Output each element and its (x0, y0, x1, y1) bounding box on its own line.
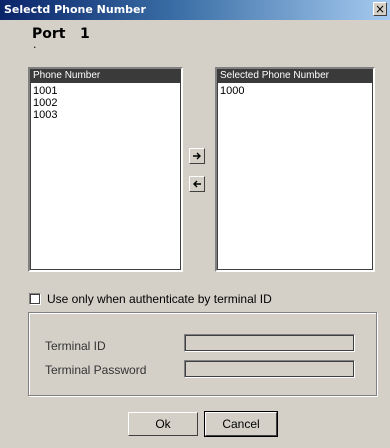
authenticate-checkbox[interactable] (29, 293, 41, 305)
port-value: 1 (80, 26, 90, 42)
port-dot: . (33, 38, 37, 51)
list-item[interactable]: 1001 (33, 85, 178, 97)
list-item[interactable]: 1003 (33, 109, 178, 121)
window-title: Selectd Phone Number (4, 3, 146, 16)
terminal-id-field[interactable] (184, 334, 355, 352)
selected-phone-number-list-header: Selected Phone Number (217, 69, 373, 83)
add-number-button[interactable] (189, 148, 205, 164)
list-item[interactable]: 1000 (220, 85, 370, 97)
selected-phone-number-list[interactable]: Selected Phone Number 1000 (215, 67, 375, 272)
close-button[interactable]: × (373, 2, 387, 16)
arrow-right-icon (193, 152, 201, 160)
phone-number-list[interactable]: Phone Number 1001 1002 1003 (28, 67, 183, 272)
terminal-id-label: Terminal ID (45, 339, 106, 353)
phone-number-list-header: Phone Number (30, 69, 181, 83)
terminal-password-label: Terminal Password (45, 363, 147, 377)
title-bar: Selectd Phone Number × (0, 0, 390, 20)
terminal-auth-group: Terminal ID Terminal Password (28, 312, 377, 396)
phone-number-list-items: 1001 1002 1003 (33, 85, 178, 267)
list-item[interactable]: 1002 (33, 97, 178, 109)
terminal-password-field[interactable] (184, 360, 355, 378)
selected-phone-number-list-items: 1000 (220, 85, 370, 267)
authenticate-checkbox-label[interactable]: Use only when authenticate by terminal I… (47, 292, 272, 306)
remove-number-button[interactable] (189, 176, 205, 192)
arrow-left-icon (193, 180, 201, 188)
ok-button[interactable]: Ok (128, 412, 198, 436)
close-icon: × (374, 2, 386, 16)
port-label: Port (32, 26, 66, 42)
cancel-button[interactable]: Cancel (204, 411, 278, 437)
